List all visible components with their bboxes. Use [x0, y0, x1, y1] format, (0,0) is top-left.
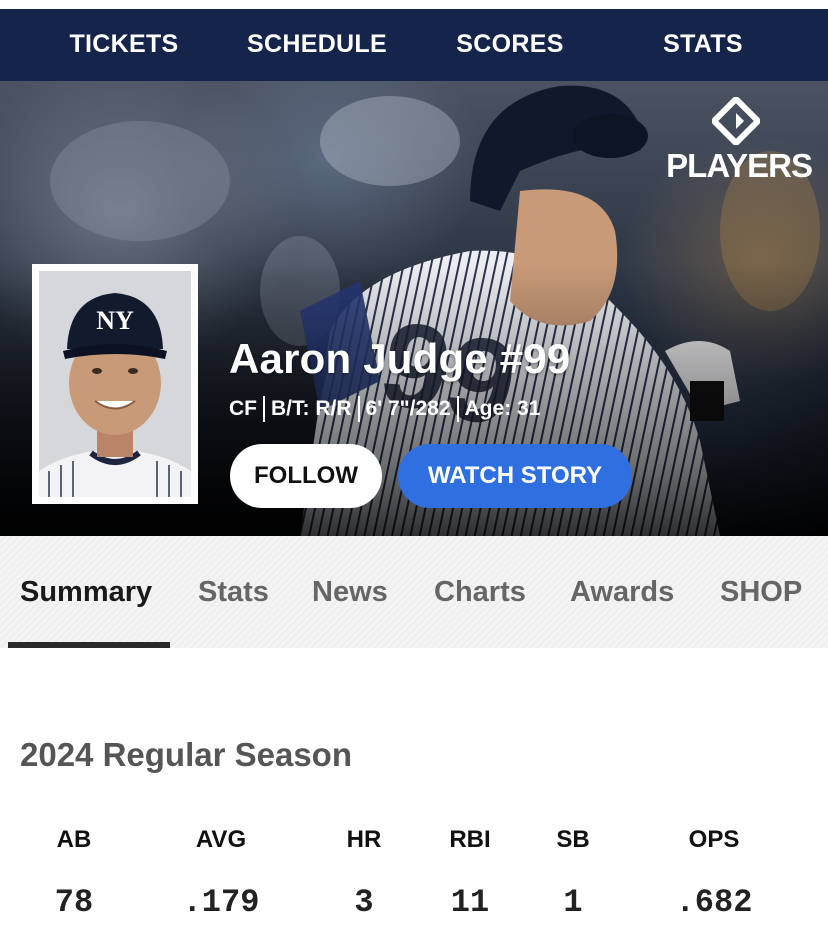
active-tab-indicator [8, 642, 170, 648]
tab-stats[interactable]: Stats [198, 536, 269, 648]
stat-header-ab: AB [56, 826, 92, 853]
tab-awards[interactable]: Awards [570, 536, 674, 648]
top-nav: TICKETS SCHEDULE SCORES STATS [0, 9, 828, 81]
tab-charts[interactable]: Charts [434, 536, 526, 648]
bio-age: Age: 31 [464, 397, 541, 420]
nav-schedule[interactable]: SCHEDULE [247, 9, 387, 81]
nav-stats[interactable]: STATS [663, 9, 743, 81]
stat-value-rbi: 11 [450, 884, 490, 921]
bio-divider [456, 396, 459, 422]
bio-bats-throws: B/T: R/R [271, 397, 352, 420]
player-tabs: Summary Stats News Charts Awards SHOP [0, 536, 828, 648]
bio-divider [357, 396, 360, 422]
status-strip [0, 0, 828, 9]
player-bio-line: CF B/T: R/R 6' 7"/282 Age: 31 [229, 396, 540, 422]
player-name: Aaron Judge #99 [229, 335, 571, 382]
tab-summary[interactable]: Summary [20, 536, 152, 648]
stat-header-ops: OPS [688, 826, 740, 853]
stat-value-avg: .179 [182, 884, 260, 921]
nav-tickets[interactable]: TICKETS [69, 9, 178, 81]
stat-value-hr: 3 [354, 884, 374, 921]
season-title: 2024 Regular Season [20, 736, 352, 773]
stat-header-avg: AVG [195, 826, 247, 853]
follow-button[interactable]: FOLLOW [230, 444, 382, 508]
tab-shop[interactable]: SHOP [720, 536, 802, 648]
players-diamond-icon [712, 97, 760, 145]
svg-text:NY: NY [96, 306, 134, 335]
stat-value-ops: .682 [675, 884, 753, 921]
stat-header-rbi: RBI [449, 826, 491, 853]
headshot-image: NY [39, 271, 191, 497]
stat-header-sb: SB [556, 826, 590, 853]
player-hero: 99 PLAYERS [0, 81, 828, 536]
nav-scores[interactable]: SCORES [456, 9, 563, 81]
players-wordmark: PLAYERS [666, 147, 813, 184]
bio-divider [263, 396, 265, 422]
player-headshot: NY [32, 264, 198, 504]
bio-height-weight: 6' 7"/282 [365, 397, 451, 420]
watch-story-button[interactable]: WATCH STORY [398, 444, 632, 508]
stat-value-ab: 78 [54, 884, 94, 921]
tab-news[interactable]: News [312, 536, 388, 648]
stat-value-sb: 1 [563, 884, 583, 921]
mlb-players-logo: PLAYERS [660, 97, 813, 185]
stat-header-hr: HR [346, 826, 382, 853]
bio-position: CF [229, 397, 257, 420]
